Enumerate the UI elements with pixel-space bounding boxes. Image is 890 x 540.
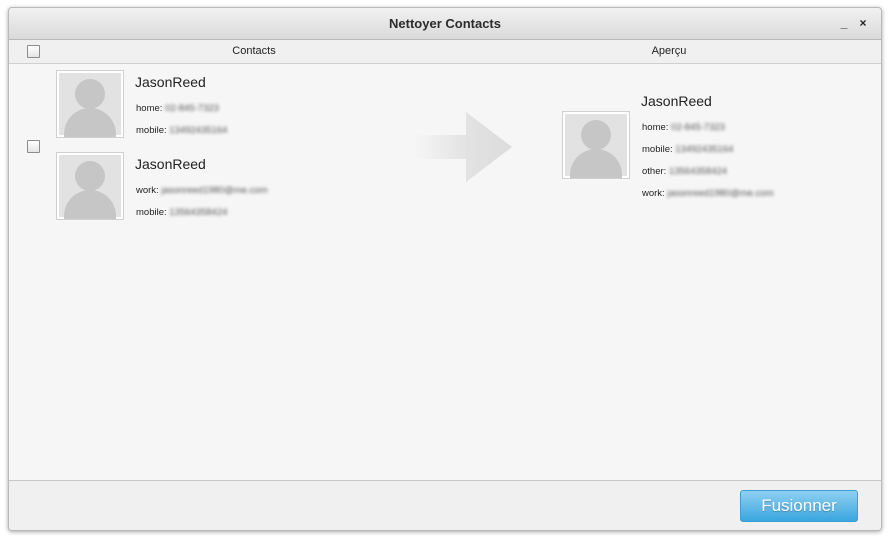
avatar-body-shape — [64, 190, 116, 219]
minimize-button[interactable]: _ — [837, 16, 851, 30]
contacts-column-label: Contacts — [232, 45, 276, 57]
field-value: jasonreed1980@me.com — [161, 185, 268, 196]
group-checkbox[interactable] — [27, 140, 40, 153]
field-label: work: — [642, 188, 665, 199]
field-value: 02-845-7323 — [165, 103, 219, 114]
field-label: mobile: — [642, 144, 673, 155]
column-header: Contacts Aperçu — [9, 40, 881, 64]
close-button[interactable]: × — [856, 16, 870, 30]
field-label: home: — [642, 122, 669, 133]
preview-column-label: Aperçu — [651, 45, 687, 57]
preview-field: home: 02-845-7323 — [642, 122, 725, 133]
footer-bar: Fusionner — [9, 480, 881, 530]
field-value: 02-845-7323 — [671, 122, 725, 133]
avatar — [56, 70, 124, 138]
select-all-checkbox[interactable] — [27, 45, 40, 58]
contact-field: mobile: 13492435164 — [136, 125, 227, 136]
contact-field: work: jasonreed1980@me.com — [136, 185, 268, 196]
preview-avatar — [562, 111, 630, 179]
preview-field: mobile: 13492435164 — [642, 144, 733, 155]
field-label: mobile: — [136, 207, 167, 218]
field-value: 13492435164 — [675, 144, 734, 155]
avatar — [56, 152, 124, 220]
field-value: 13564358424 — [668, 166, 728, 177]
merge-contacts-window: Nettoyer Contacts _ × Contacts Aperçu Ja… — [8, 7, 882, 531]
field-label: other: — [642, 166, 667, 177]
preview-name: JasonReed — [641, 93, 712, 109]
avatar-body-shape — [64, 108, 116, 137]
field-value: jasonreed1980@me.com — [667, 188, 774, 199]
contact-name: JasonReed — [135, 156, 206, 172]
avatar-body-shape — [570, 149, 622, 178]
contact-field: home: 02-845-7323 — [136, 103, 219, 114]
avatar-head-shape — [581, 120, 611, 150]
title-bar: Nettoyer Contacts _ × — [9, 8, 881, 40]
field-label: mobile: — [136, 125, 167, 136]
field-value: 13564358424 — [169, 207, 228, 218]
field-label: work: — [136, 185, 159, 196]
field-value: 13492435164 — [169, 125, 228, 136]
avatar-head-shape — [75, 161, 105, 191]
contact-name: JasonReed — [135, 74, 206, 90]
merge-arrow-icon — [414, 112, 512, 182]
preview-field: other: 13564358424 — [642, 166, 727, 177]
preview-field: work: jasonreed1980@me.com — [642, 188, 774, 199]
merge-button[interactable]: Fusionner — [740, 490, 858, 522]
window-title: Nettoyer Contacts — [389, 16, 501, 31]
avatar-head-shape — [75, 79, 105, 109]
field-label: home: — [136, 103, 163, 114]
contact-field: mobile: 13564358424 — [136, 207, 227, 218]
